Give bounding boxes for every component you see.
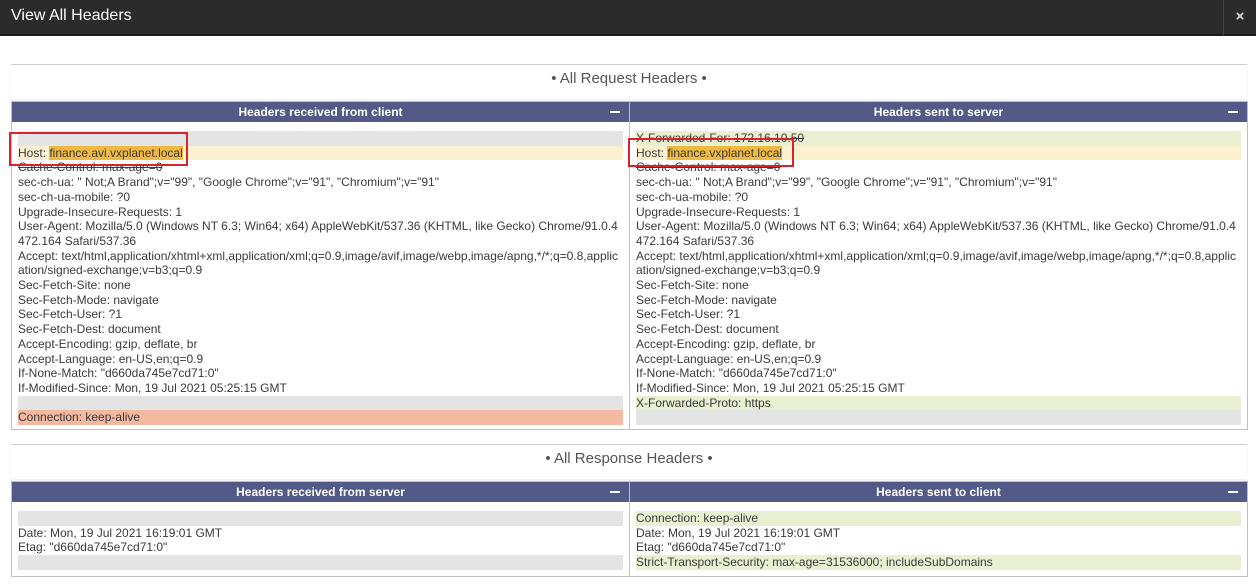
header-list: Host: finance.avi.vxplanet.local Cache-Co… (12, 122, 629, 426)
header-line: Upgrade-Insecure-Requests: 1 (18, 204, 183, 219)
header-line: Upgrade-Insecure-Requests: 1 (636, 204, 801, 219)
response-server-panel: Headers received from server Date: Mon, … (11, 481, 630, 577)
header-list: X-Forwarded-For: 172.16.10.50 Host: finan… (630, 122, 1247, 426)
response-client-panel-header: Headers sent to client (630, 482, 1247, 502)
modal-title: View All Headers (11, 7, 132, 24)
header-line: Sec-Fetch-Site: none (636, 278, 749, 293)
header-line: Accept-Encoding: gzip, deflate, br (18, 336, 198, 351)
close-icon[interactable]: × (1223, 0, 1256, 36)
header-line: Sec-Fetch-Dest: document (18, 322, 161, 337)
header-line: Etag: "d660da745e7cd71:0" (636, 540, 786, 555)
panel-title: Headers received from client (238, 105, 403, 119)
header-line: Accept-Language: en-US,en;q=0.9 (18, 351, 204, 366)
header-line: Sec-Fetch-Mode: navigate (636, 292, 777, 307)
collapse-icon[interactable] (1227, 102, 1239, 122)
request-server-panel-header: Headers sent to server (630, 102, 1247, 122)
header-line: Accept-Language: en-US,en;q=0.9 (636, 351, 822, 366)
collapse-icon[interactable] (609, 482, 621, 502)
response-client-panel: Headers sent to client Connection: keep-… (629, 481, 1248, 577)
header-line-removed (18, 395, 623, 411)
header-line: If-None-Match: "d660da745e7cd71:0" (18, 366, 219, 381)
collapse-icon[interactable] (609, 102, 621, 122)
header-line: sec-ch-ua: " Not;A Brand";v="99", "Googl… (18, 175, 439, 190)
header-line: Date: Mon, 19 Jul 2021 16:19:01 GMT (636, 525, 841, 540)
annotation-box-server-host (628, 138, 794, 167)
header-line: Sec-Fetch-Site: none (18, 278, 131, 293)
header-list: Date: Mon, 19 Jul 2021 16:19:01 GMT Etag:… (12, 502, 629, 570)
header-line: Sec-Fetch-Dest: document (636, 322, 779, 337)
header-line: Accept: text/html,application/xhtml+xml,… (18, 248, 618, 278)
header-line: Etag: "d660da745e7cd71:0" (18, 540, 168, 555)
header-line: sec-ch-ua-mobile: ?0 (636, 189, 749, 204)
header-line: sec-ch-ua-mobile: ?0 (18, 189, 131, 204)
header-line-removed (18, 511, 623, 526)
header-line: sec-ch-ua: " Not;A Brand";v="99", "Googl… (636, 175, 1057, 190)
collapse-icon[interactable] (1227, 482, 1239, 502)
header-line: If-Modified-Since: Mon, 19 Jul 2021 05:2… (18, 380, 287, 395)
header-line: Connection: keep-alive (18, 410, 623, 426)
header-line-removed (18, 555, 623, 570)
panel-title: Headers sent to server (873, 105, 1004, 119)
header-line: User-Agent: Mozilla/5.0 (Windows NT 6.3;… (636, 219, 1236, 248)
header-line: Accept-Encoding: gzip, deflate, br (636, 336, 816, 351)
response-server-panel-header: Headers received from server (12, 482, 629, 502)
header-line-removed (636, 410, 1241, 426)
panel-title: Headers sent to client (876, 485, 1001, 499)
request-client-panel-header: Headers received from client (12, 102, 629, 122)
panel-title: Headers received from server (236, 485, 405, 499)
header-line: Connection: keep-alive (636, 511, 1241, 526)
header-line: Accept: text/html,application/xhtml+xml,… (636, 248, 1236, 278)
modal-titlebar: View All Headers × (0, 0, 1256, 36)
annotation-box-client-host (9, 132, 188, 166)
header-line: X-Forwarded-Proto: https (636, 395, 1241, 411)
header-line: If-None-Match: "d660da745e7cd71:0" (636, 366, 837, 381)
header-line: Sec-Fetch-Mode: navigate (18, 292, 159, 307)
header-line: Date: Mon, 19 Jul 2021 16:19:01 GMT (18, 525, 223, 540)
header-line: Strict-Transport-Security: max-age=31536… (636, 555, 1241, 570)
request-headers-heading: • All Request Headers • (11, 64, 1247, 99)
header-line: User-Agent: Mozilla/5.0 (Windows NT 6.3;… (18, 219, 618, 248)
header-line: Sec-Fetch-User: ?1 (18, 307, 123, 322)
header-line: Sec-Fetch-User: ?1 (636, 307, 741, 322)
response-headers-heading: • All Response Headers • (11, 444, 1247, 479)
header-line: If-Modified-Since: Mon, 19 Jul 2021 05:2… (636, 380, 905, 395)
header-list: Connection: keep-alive Date: Mon, 19 Jul … (630, 502, 1247, 570)
